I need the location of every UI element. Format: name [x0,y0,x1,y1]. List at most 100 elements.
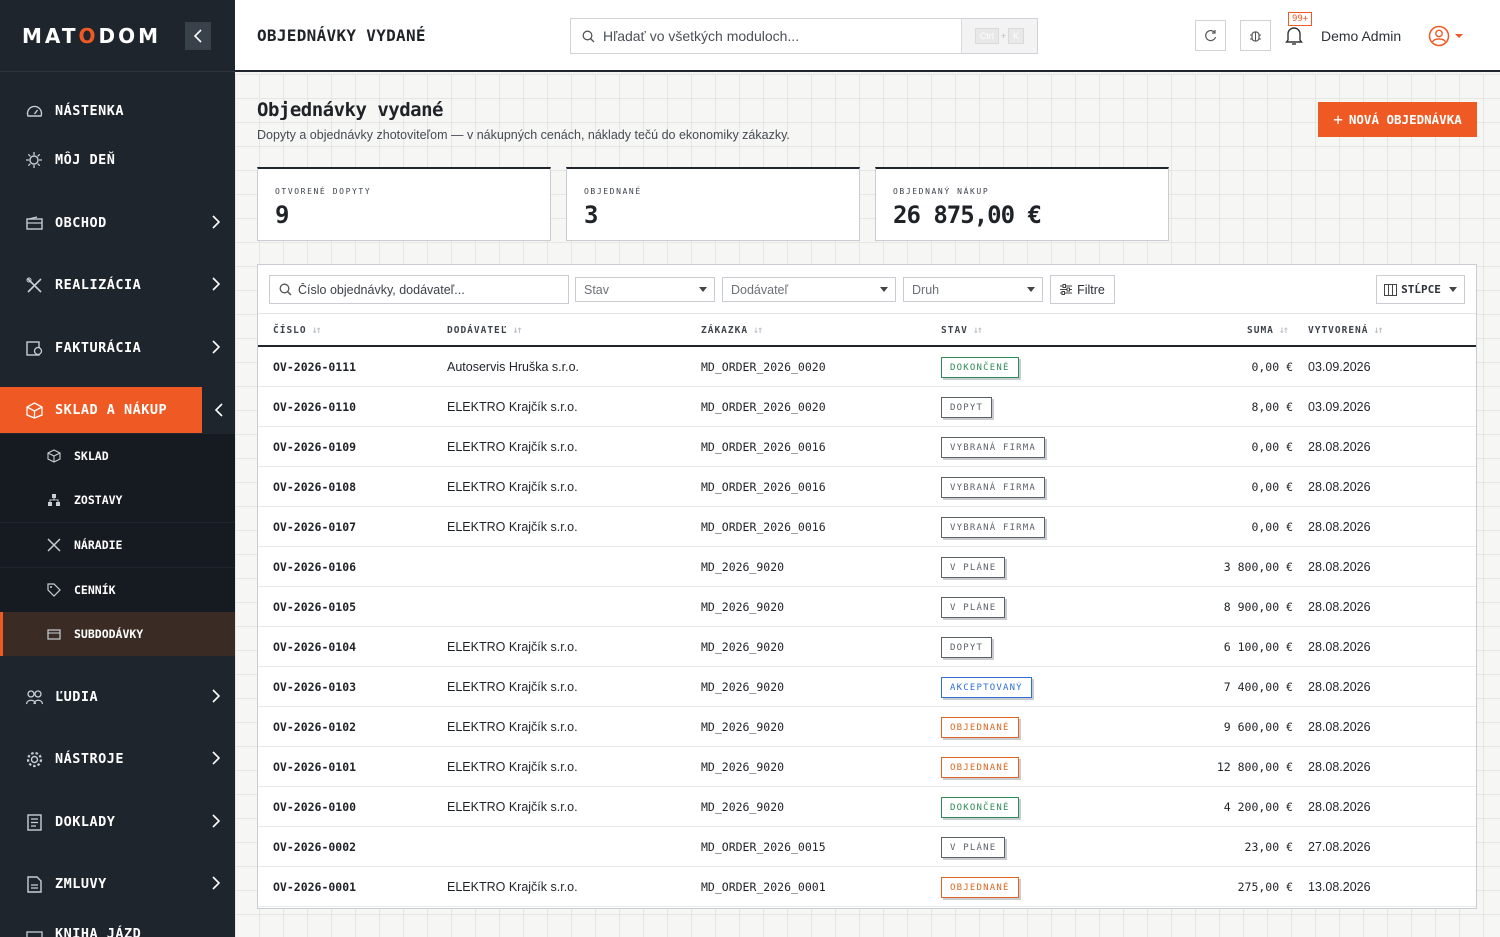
cell-number[interactable]: OV-2026-0102 [273,720,356,734]
bug-report-button[interactable] [1240,20,1271,51]
sidebar-subitem-sklad[interactable]: SKLAD [0,434,235,478]
table-row[interactable]: OV-2026-0111 Autoservis Hruška s.r.o. MD… [258,347,1476,387]
user-name[interactable]: Demo Admin [1321,28,1401,44]
table-search-input[interactable] [298,282,558,297]
cell-supplier: ELEKTRO Krajčík s.r.o. [447,880,578,894]
sidebar-subitem-zostavy[interactable]: ZOSTAVY [0,478,235,522]
cell-number[interactable]: OV-2026-0103 [273,680,356,694]
status-filter-select[interactable]: Stav [575,277,715,302]
status-badge: VYBRANÁ FIRMA [941,437,1046,458]
sidebar-item-label: ZMLUVY [55,876,107,892]
collapse-section-button[interactable] [202,387,235,433]
logo[interactable]: MATODOM [22,24,161,48]
status-badge: AKCEPTOVANÝ [941,677,1032,698]
table-row[interactable]: OV-2026-0001 ELEKTRO Krajčík s.r.o. MD_O… [258,867,1476,907]
sidebar-item-ludia[interactable]: ĽUDIA [0,674,235,720]
sidebar-item-realizacia[interactable]: REALIZÁCIA [0,262,235,308]
cell-number[interactable]: OV-2026-0108 [273,480,356,494]
cell-supplier: ELEKTRO Krajčík s.r.o. [447,640,578,654]
cell-number[interactable]: OV-2026-0001 [273,880,356,894]
column-header-created[interactable]: VYTVORENÁ ↓↑ [1308,325,1384,336]
status-badge: OBJEDNANÉ [941,757,1019,778]
cell-number[interactable]: OV-2026-0110 [273,400,356,414]
cell-order: MD_2026_9020 [701,640,785,654]
cell-number[interactable]: OV-2026-0100 [273,800,356,814]
cell-order: MD_ORDER_2026_0001 [701,880,826,894]
caret-down-icon [1448,287,1457,292]
cell-supplier: ELEKTRO Krajčík s.r.o. [447,400,578,414]
status-badge: DOPYT [941,637,993,658]
cell-number[interactable]: OV-2026-0107 [273,520,356,534]
cell-supplier: ELEKTRO Krajčík s.r.o. [447,480,578,494]
global-search[interactable]: Ctrl+K [570,18,1038,54]
sidebar-subitem-naradie[interactable]: NÁRADIE [0,523,235,567]
cell-number[interactable]: OV-2026-0109 [273,440,356,454]
status-badge: VYBRANÁ FIRMA [941,517,1046,538]
table-row[interactable]: OV-2026-0110 ELEKTRO Krajčík s.r.o. MD_O… [258,387,1476,427]
column-header-supplier[interactable]: DODÁVATEĽ ↓↑ [447,325,523,336]
invoice-icon [25,339,43,357]
table-row[interactable]: OV-2026-0109 ELEKTRO Krajčík s.r.o. MD_O… [258,427,1476,467]
cell-number[interactable]: OV-2026-0002 [273,840,356,854]
caret-down-icon [1027,287,1035,292]
cell-number[interactable]: OV-2026-0111 [273,360,356,374]
document-icon [25,813,43,831]
cell-number[interactable]: OV-2026-0101 [273,760,356,774]
table-row[interactable]: OV-2026-0002 MD_ORDER_2026_0015 V PLÁNE … [258,827,1476,867]
new-order-button[interactable]: + NOVÁ OBJEDNÁVKA [1318,102,1477,137]
sidebar-item-nastenka[interactable]: NÁSTENKA [0,88,235,134]
sidebar-item-fakturacia[interactable]: FAKTURÁCIA [0,325,235,371]
supplier-filter-select[interactable]: Dodávateľ [722,277,896,302]
table-row[interactable]: OV-2026-0107 ELEKTRO Krajčík s.r.o. MD_O… [258,507,1476,547]
global-search-input[interactable] [603,28,953,44]
sidebar-item-obchod[interactable]: OBCHOD [0,200,235,246]
sidebar-item-moj-den[interactable]: MÔJ DEŇ [0,137,235,183]
sidebar-subitem-cennik[interactable]: CENNÍK [0,568,235,612]
search-icon [279,283,292,296]
sidebar-item-nastroje[interactable]: NÁSTROJE [0,736,235,782]
chevron-right-icon [212,751,221,765]
column-header-status[interactable]: STAV ↓↑ [941,325,983,336]
status-badge: DOPYT [941,397,993,418]
cell-number[interactable]: OV-2026-0105 [273,600,356,614]
table-row[interactable]: OV-2026-0104 ELEKTRO Krajčík s.r.o. MD_2… [258,627,1476,667]
table-row[interactable]: OV-2026-0106 MD_2026_9020 V PLÁNE 3 800,… [258,547,1476,587]
table-row[interactable]: OV-2026-0102 ELEKTRO Krajčík s.r.o. MD_2… [258,707,1476,747]
status-badge: VYBRANÁ FIRMA [941,477,1046,498]
cell-sum: 7 400,00 € [1223,680,1293,694]
sidebar-item-kniha-jazd[interactable]: KNIHA JÁZD [0,911,235,937]
table-row[interactable]: OV-2026-0100 ELEKTRO Krajčík s.r.o. MD_2… [258,787,1476,827]
collapse-sidebar-button[interactable] [185,22,211,50]
table-row[interactable]: OV-2026-0103 ELEKTRO Krajčík s.r.o. MD_2… [258,667,1476,707]
table-row[interactable]: OV-2026-0108 ELEKTRO Krajčík s.r.o. MD_O… [258,467,1476,507]
filters-button[interactable]: Filtre [1050,275,1115,304]
bell-icon[interactable] [1285,26,1303,46]
new-order-label: NOVÁ OBJEDNÁVKA [1348,112,1462,127]
sidebar-item-label: DOKLADY [55,814,116,830]
column-header-order[interactable]: ZÁKAZKA ↓↑ [701,325,763,336]
cell-number[interactable]: OV-2026-0106 [273,560,356,574]
column-header-label: SUMA [1247,325,1274,336]
cell-number[interactable]: OV-2026-0104 [273,640,356,654]
table-body: OV-2026-0111 Autoservis Hruška s.r.o. MD… [258,347,1476,907]
type-filter-select[interactable]: Druh [903,277,1043,302]
table-row[interactable]: OV-2026-0101 ELEKTRO Krajčík s.r.o. MD_2… [258,747,1476,787]
status-badge: V PLÁNE [941,837,1006,858]
sidebar-item-zmluvy[interactable]: ZMLUVY [0,861,235,907]
sidebar-subitem-subdodavky[interactable]: SUBDODÁVKY [0,612,235,656]
cell-order: MD_2026_9020 [701,800,785,814]
shortcut-key-ctrl: Ctrl [974,28,999,44]
column-header-number[interactable]: ČÍSLO ↓↑ [273,325,322,336]
user-menu[interactable] [1428,25,1464,47]
column-header-sum[interactable]: SUMA ↓↑ [1247,325,1289,336]
refresh-button[interactable] [1195,20,1226,51]
table-search[interactable] [269,275,569,304]
table-row[interactable]: OV-2026-0105 MD_2026_9020 V PLÁNE 8 900,… [258,587,1476,627]
sidebar-item-doklady[interactable]: DOKLADY [0,799,235,845]
sidebar-item-sklad-a-nakup[interactable]: SKLAD A NÁKUP [0,387,235,433]
sort-icon: ↓↑ [1278,325,1289,336]
box-icon [25,401,43,419]
columns-button[interactable]: STĹPCE [1376,275,1465,304]
sidebar-item-label: FAKTURÁCIA [55,340,142,356]
cell-order: MD_ORDER_2026_0016 [701,520,826,534]
